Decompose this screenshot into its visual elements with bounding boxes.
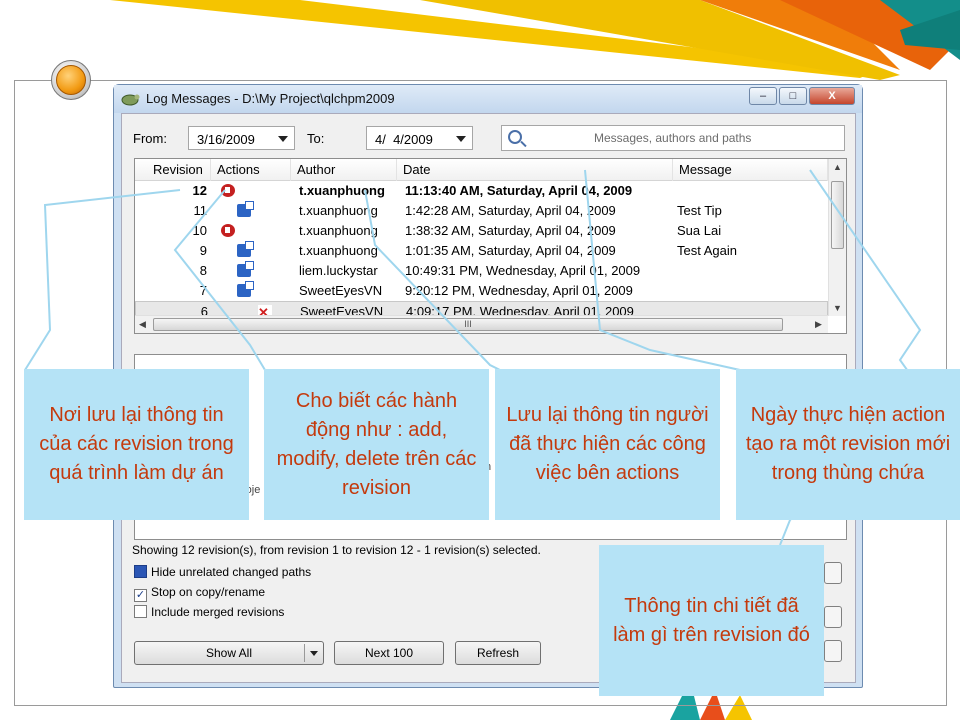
checkbox-label: Include merged revisions bbox=[151, 605, 285, 619]
revision-cell: 10 bbox=[192, 223, 207, 238]
revision-cell: 8 bbox=[199, 263, 207, 278]
table-row[interactable]: 11 t.xuanphuong 1:42:28 AM, Saturday, Apri… bbox=[135, 201, 828, 221]
table-row[interactable]: 7 SweetEyesVN 9:20:12 PM, Wednesday, April… bbox=[135, 281, 828, 301]
author-cell: t.xuanphuong bbox=[299, 243, 378, 258]
date-cell: 11:13:40 AM, Saturday, April 04, 2009 bbox=[405, 183, 633, 198]
scroll-left-icon[interactable]: ◀ bbox=[139, 319, 146, 330]
callout-revision: Nơi lưu lại thông tin của các revision t… bbox=[24, 369, 249, 520]
author-cell: t.xuanphuong bbox=[299, 183, 385, 198]
column-header-actions[interactable]: Actions bbox=[211, 159, 291, 181]
actions-cell bbox=[213, 181, 287, 201]
checkbox-label: Stop on copy/rename bbox=[151, 585, 266, 599]
hide-unrelated-checkbox[interactable]: Hide unrelated changed paths bbox=[134, 565, 311, 579]
author-cell: t.xuanphuong bbox=[299, 223, 378, 238]
actions-cell bbox=[213, 201, 287, 221]
scroll-right-icon[interactable]: ▶ bbox=[815, 319, 822, 330]
message-cell: Test Again bbox=[677, 243, 737, 258]
revision-list[interactable]: Revision Actions Author Date Message 12 t… bbox=[134, 158, 847, 334]
message-cell: Test Tip bbox=[677, 203, 722, 218]
chevron-down-icon bbox=[278, 136, 288, 142]
checkbox-box bbox=[134, 605, 147, 618]
callout-date: Ngày thực hiện action tạo ra một revisio… bbox=[736, 369, 960, 520]
actions-cell bbox=[213, 241, 287, 261]
status-text: Showing 12 revision(s), from revision 1 … bbox=[132, 543, 541, 557]
date-cell: 1:38:32 AM, Saturday, April 04, 2009 bbox=[405, 223, 616, 238]
side-button[interactable] bbox=[824, 640, 842, 662]
chevron-down-icon[interactable] bbox=[310, 651, 318, 656]
close-button[interactable]: X bbox=[809, 87, 855, 105]
date-cell: 9:20:12 PM, Wednesday, April 01, 2009 bbox=[405, 283, 633, 298]
author-cell: SweetEyesVN bbox=[299, 283, 383, 298]
message-cell: Sua Lai bbox=[677, 223, 722, 238]
to-date-picker[interactable]: 4/ 4/2009 bbox=[366, 126, 473, 150]
add-action-icon bbox=[237, 281, 254, 297]
scroll-down-icon[interactable]: ▼ bbox=[833, 303, 842, 313]
column-header-date[interactable]: Date bbox=[397, 159, 673, 181]
title-bar[interactable]: Log Messages - D:\My Project\qlchpm2009 … bbox=[114, 85, 862, 113]
scroll-up-icon[interactable]: ▲ bbox=[833, 162, 842, 172]
side-button[interactable] bbox=[824, 562, 842, 584]
show-all-label: Show All bbox=[205, 646, 253, 660]
checkbox-box bbox=[134, 565, 147, 578]
callout-actions: Cho biết các hành động như : add, modify… bbox=[264, 369, 489, 520]
chevron-down-icon bbox=[456, 136, 466, 142]
to-label: To: bbox=[307, 131, 325, 146]
date-cell: 1:42:28 AM, Saturday, April 04, 2009 bbox=[405, 203, 616, 218]
revision-cell: 7 bbox=[199, 283, 207, 298]
next-arrow-icon[interactable] bbox=[51, 60, 91, 100]
column-header-author[interactable]: Author bbox=[291, 159, 397, 181]
include-merged-checkbox[interactable]: Include merged revisions bbox=[134, 605, 284, 619]
show-all-button[interactable]: Show All bbox=[134, 641, 324, 665]
search-icon[interactable] bbox=[508, 130, 522, 144]
vertical-scroll-thumb[interactable] bbox=[831, 181, 844, 249]
column-header-message[interactable]: Message bbox=[673, 159, 828, 181]
revision-cell: 12 bbox=[192, 183, 207, 198]
checkbox-box: ✓ bbox=[134, 589, 147, 602]
callout-author: Lưu lại thông tin người đã thực hiện các… bbox=[495, 369, 720, 520]
to-date-value: 4/ 4/2009 bbox=[375, 132, 433, 147]
table-row[interactable]: 10 t.xuanphuong 1:38:32 AM, Saturday, Apri… bbox=[135, 221, 828, 241]
column-header-revision[interactable]: Revision bbox=[135, 159, 211, 181]
table-row[interactable]: 12 t.xuanphuong 11:13:40 AM, Saturday, Apr… bbox=[135, 181, 828, 201]
refresh-button[interactable]: Refresh bbox=[455, 641, 541, 665]
tortoise-icon bbox=[121, 94, 140, 106]
modify-action-icon bbox=[221, 184, 235, 197]
author-cell: t.xuanphuong bbox=[299, 203, 378, 218]
revision-list-header: Revision Actions Author Date Message bbox=[135, 159, 828, 181]
revision-cell: 11 bbox=[193, 203, 208, 218]
from-date-value: 3/16/2009 bbox=[197, 132, 255, 147]
table-row[interactable]: 9 t.xuanphuong 1:01:35 AM, Saturday, April… bbox=[135, 241, 828, 261]
next-100-button[interactable]: Next 100 bbox=[334, 641, 444, 665]
from-date-picker[interactable]: 3/16/2009 bbox=[188, 126, 295, 150]
date-cell: 10:49:31 PM, Wednesday, April 01, 2009 bbox=[405, 263, 641, 278]
actions-cell bbox=[213, 261, 287, 281]
revision-cell: 9 bbox=[199, 243, 207, 258]
actions-cell bbox=[213, 221, 287, 241]
modify-action-icon bbox=[221, 224, 235, 237]
add-action-icon bbox=[237, 261, 254, 277]
stop-on-copy-checkbox[interactable]: ✓ Stop on copy/rename bbox=[134, 585, 265, 602]
maximize-button[interactable]: □ bbox=[779, 87, 807, 105]
from-label: From: bbox=[133, 131, 167, 146]
side-button[interactable] bbox=[824, 606, 842, 628]
minimize-button[interactable]: – bbox=[749, 87, 777, 105]
actions-cell bbox=[213, 281, 287, 301]
vertical-scrollbar[interactable]: ▲ ▼ bbox=[828, 159, 846, 316]
callout-message: Thông tin chi tiết đã làm gì trên revisi… bbox=[599, 545, 824, 696]
author-cell: liem.luckystar bbox=[299, 263, 378, 278]
search-placeholder: Messages, authors and paths bbox=[594, 131, 752, 145]
date-cell: 1:01:35 AM, Saturday, April 04, 2009 bbox=[405, 243, 616, 258]
checkbox-label: Hide unrelated changed paths bbox=[151, 565, 312, 579]
add-action-icon bbox=[237, 241, 254, 257]
add-action-icon bbox=[237, 201, 254, 217]
table-row[interactable]: 8 liem.luckystar 10:49:31 PM, Wednesday, A… bbox=[135, 261, 828, 281]
horizontal-scroll-thumb[interactable]: III bbox=[153, 318, 783, 331]
search-input[interactable]: Messages, authors and paths bbox=[501, 125, 845, 151]
window-title: Log Messages - D:\My Project\qlchpm2009 bbox=[146, 91, 395, 106]
horizontal-scrollbar[interactable]: ◀ III ▶ bbox=[135, 315, 828, 333]
